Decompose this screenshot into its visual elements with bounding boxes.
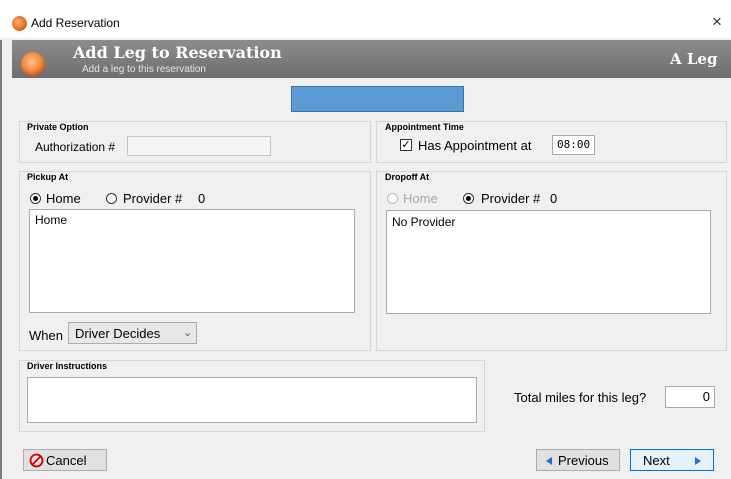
dropoff-provider-radio[interactable]	[463, 193, 474, 204]
when-dropdown-value: Driver Decides	[75, 326, 161, 341]
triangle-right-icon	[695, 457, 701, 465]
cancel-button[interactable]: Cancel	[23, 449, 107, 471]
previous-button-label: Previous	[558, 453, 609, 468]
banner-title: Add Leg to Reservation	[73, 43, 282, 62]
cancel-circle-icon	[29, 453, 44, 468]
pickup-provider-label: Provider #	[123, 191, 183, 206]
chevron-down-icon: ⌄	[183, 327, 193, 339]
dropoff-provider-label: Provider #	[481, 191, 541, 206]
authorization-input[interactable]	[127, 136, 271, 156]
pickup-provider-number: 0	[198, 191, 206, 206]
total-miles-input[interactable]: 0	[665, 386, 715, 408]
window-title: Add Reservation	[31, 16, 120, 30]
dropoff-home-label: Home	[403, 191, 438, 206]
banner-subtitle: Add a leg to this reservation	[82, 64, 206, 75]
next-button-label: Next	[643, 453, 670, 468]
close-icon[interactable]: ×	[712, 12, 722, 32]
pickup-home-label: Home	[46, 191, 81, 206]
previous-button[interactable]: Previous	[536, 449, 620, 471]
blue-placeholder-box	[291, 86, 464, 112]
private-option-title: Private Option	[27, 122, 89, 132]
driver-instructions-title: Driver Instructions	[27, 361, 108, 371]
dropoff-provider-number: 0	[550, 191, 558, 206]
window-left-border	[0, 40, 2, 479]
avatar-icon	[21, 52, 45, 76]
dropoff-title: Dropoff At	[385, 172, 430, 182]
app-icon	[12, 16, 27, 31]
total-miles-label: Total miles for this leg?	[514, 390, 647, 405]
has-appointment-checkbox[interactable]: ✓	[400, 139, 412, 151]
pickup-home-radio[interactable]	[30, 193, 41, 204]
next-button[interactable]: Next	[630, 449, 714, 471]
driver-instructions-input[interactable]	[27, 377, 477, 423]
when-label: When	[29, 328, 63, 343]
dropoff-address-box[interactable]: No Provider	[386, 210, 711, 314]
authorization-label: Authorization #	[35, 140, 116, 154]
leg-label: A Leg	[670, 50, 718, 68]
cancel-button-label: Cancel	[46, 453, 87, 468]
appointment-time-input[interactable]: 08:00	[552, 135, 595, 155]
pickup-title: Pickup At	[27, 172, 69, 182]
pickup-provider-radio[interactable]	[106, 193, 117, 204]
pickup-address-box[interactable]: Home	[29, 209, 355, 313]
when-dropdown[interactable]: Driver Decides ⌄	[68, 322, 197, 344]
triangle-left-icon	[546, 457, 552, 465]
appointment-title: Appointment Time	[385, 122, 464, 132]
dropoff-home-radio[interactable]	[387, 193, 398, 204]
has-appointment-label: Has Appointment at	[418, 138, 532, 153]
